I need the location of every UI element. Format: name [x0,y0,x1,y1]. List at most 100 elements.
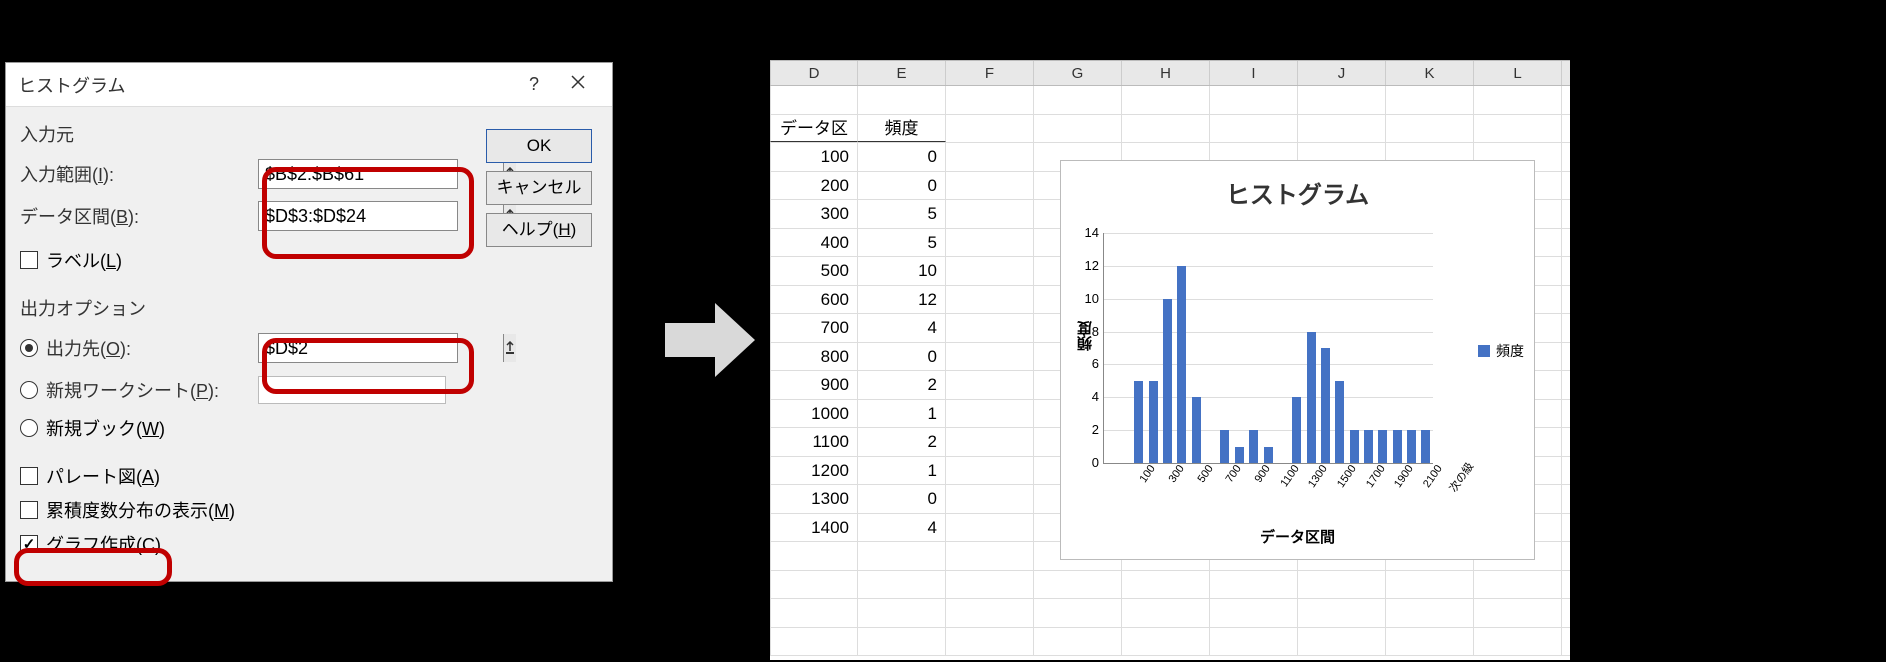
range-select-icon[interactable] [503,334,516,362]
output-dest-input[interactable] [259,336,503,361]
cell[interactable]: 4 [858,514,946,542]
cell[interactable]: 10 [858,257,946,285]
cell[interactable] [1298,599,1386,627]
input-range-input[interactable] [259,162,503,187]
pareto-checkbox[interactable] [20,467,38,485]
cell[interactable] [946,599,1034,627]
cell[interactable] [946,371,1034,399]
col-header[interactable]: K [1386,61,1474,85]
cell[interactable] [946,257,1034,285]
cell[interactable] [1210,599,1298,627]
cell[interactable] [946,115,1034,143]
cell[interactable] [1386,628,1474,656]
cell[interactable]: 0 [858,485,946,513]
cell[interactable] [946,400,1034,428]
cell[interactable]: 900 [770,371,858,399]
cell[interactable] [858,571,946,599]
help-button[interactable]: ヘルプ(H) [486,213,592,247]
cell[interactable] [1298,571,1386,599]
cell[interactable]: 600 [770,286,858,314]
cell[interactable] [1386,115,1474,143]
cell[interactable] [1122,628,1210,656]
cell[interactable] [1474,86,1562,114]
col-header[interactable]: E [858,61,946,85]
cell[interactable] [1210,571,1298,599]
cell[interactable] [1034,115,1122,143]
col-header[interactable]: I [1210,61,1298,85]
cell[interactable]: 700 [770,314,858,342]
cell[interactable] [1298,115,1386,143]
cell[interactable]: 1400 [770,514,858,542]
cell[interactable] [1210,628,1298,656]
new-worksheet-input[interactable] [258,376,446,404]
cell[interactable] [1122,115,1210,143]
cell[interactable] [1034,86,1122,114]
output-dest-radio[interactable] [20,339,38,357]
col-header[interactable]: D [770,61,858,85]
cell[interactable] [946,428,1034,456]
col-header[interactable]: L [1474,61,1562,85]
cell[interactable] [858,542,946,570]
cell[interactable] [1122,571,1210,599]
cell[interactable]: 5 [858,200,946,228]
cell[interactable]: 200 [770,172,858,200]
cell[interactable] [946,628,1034,656]
col-header[interactable]: J [1298,61,1386,85]
cell[interactable] [946,86,1034,114]
cell[interactable] [770,628,858,656]
cell[interactable] [946,542,1034,570]
new-workbook-radio[interactable] [20,419,38,437]
close-icon[interactable] [556,74,600,95]
cell[interactable]: 1000 [770,400,858,428]
cell[interactable]: 4 [858,314,946,342]
cell[interactable] [858,628,946,656]
data-interval-input[interactable] [259,204,503,229]
label-checkbox[interactable] [20,251,38,269]
cell[interactable] [770,571,858,599]
cumulative-checkbox[interactable] [20,501,38,519]
cell[interactable]: 1100 [770,428,858,456]
cell[interactable] [858,86,946,114]
cell[interactable] [1386,86,1474,114]
cell[interactable] [946,314,1034,342]
cell[interactable] [1474,571,1562,599]
cell[interactable]: 1 [858,457,946,485]
cell-header[interactable]: データ区間 [770,115,858,143]
cell[interactable] [1210,115,1298,143]
cell[interactable]: 400 [770,229,858,257]
cell[interactable]: 0 [858,143,946,171]
cell[interactable] [946,200,1034,228]
cell[interactable] [1298,86,1386,114]
cell[interactable]: 1 [858,400,946,428]
new-worksheet-radio[interactable] [20,381,38,399]
cell[interactable] [1386,599,1474,627]
cell[interactable] [1122,86,1210,114]
cell[interactable] [1298,628,1386,656]
cell[interactable] [946,514,1034,542]
cell[interactable] [1034,599,1122,627]
cell[interactable]: 500 [770,257,858,285]
cell[interactable] [1122,599,1210,627]
cell[interactable]: 12 [858,286,946,314]
cell[interactable] [1034,628,1122,656]
col-header[interactable]: H [1122,61,1210,85]
cell[interactable]: 100 [770,143,858,171]
col-header[interactable]: F [946,61,1034,85]
cell[interactable] [946,229,1034,257]
cell[interactable] [1474,115,1562,143]
cell[interactable] [770,542,858,570]
cell[interactable] [946,485,1034,513]
cell-header[interactable]: 頻度 [858,115,946,143]
ok-button[interactable]: OK [486,129,592,163]
cell[interactable] [946,571,1034,599]
cell[interactable]: 0 [858,343,946,371]
cancel-button[interactable]: キャンセル [486,171,592,205]
cell[interactable]: 800 [770,343,858,371]
cell[interactable] [1034,571,1122,599]
cell[interactable] [946,457,1034,485]
cell[interactable]: 2 [858,371,946,399]
input-range-field[interactable] [258,159,458,189]
cell[interactable]: 1200 [770,457,858,485]
cell[interactable] [1386,571,1474,599]
output-dest-field[interactable] [258,333,458,363]
